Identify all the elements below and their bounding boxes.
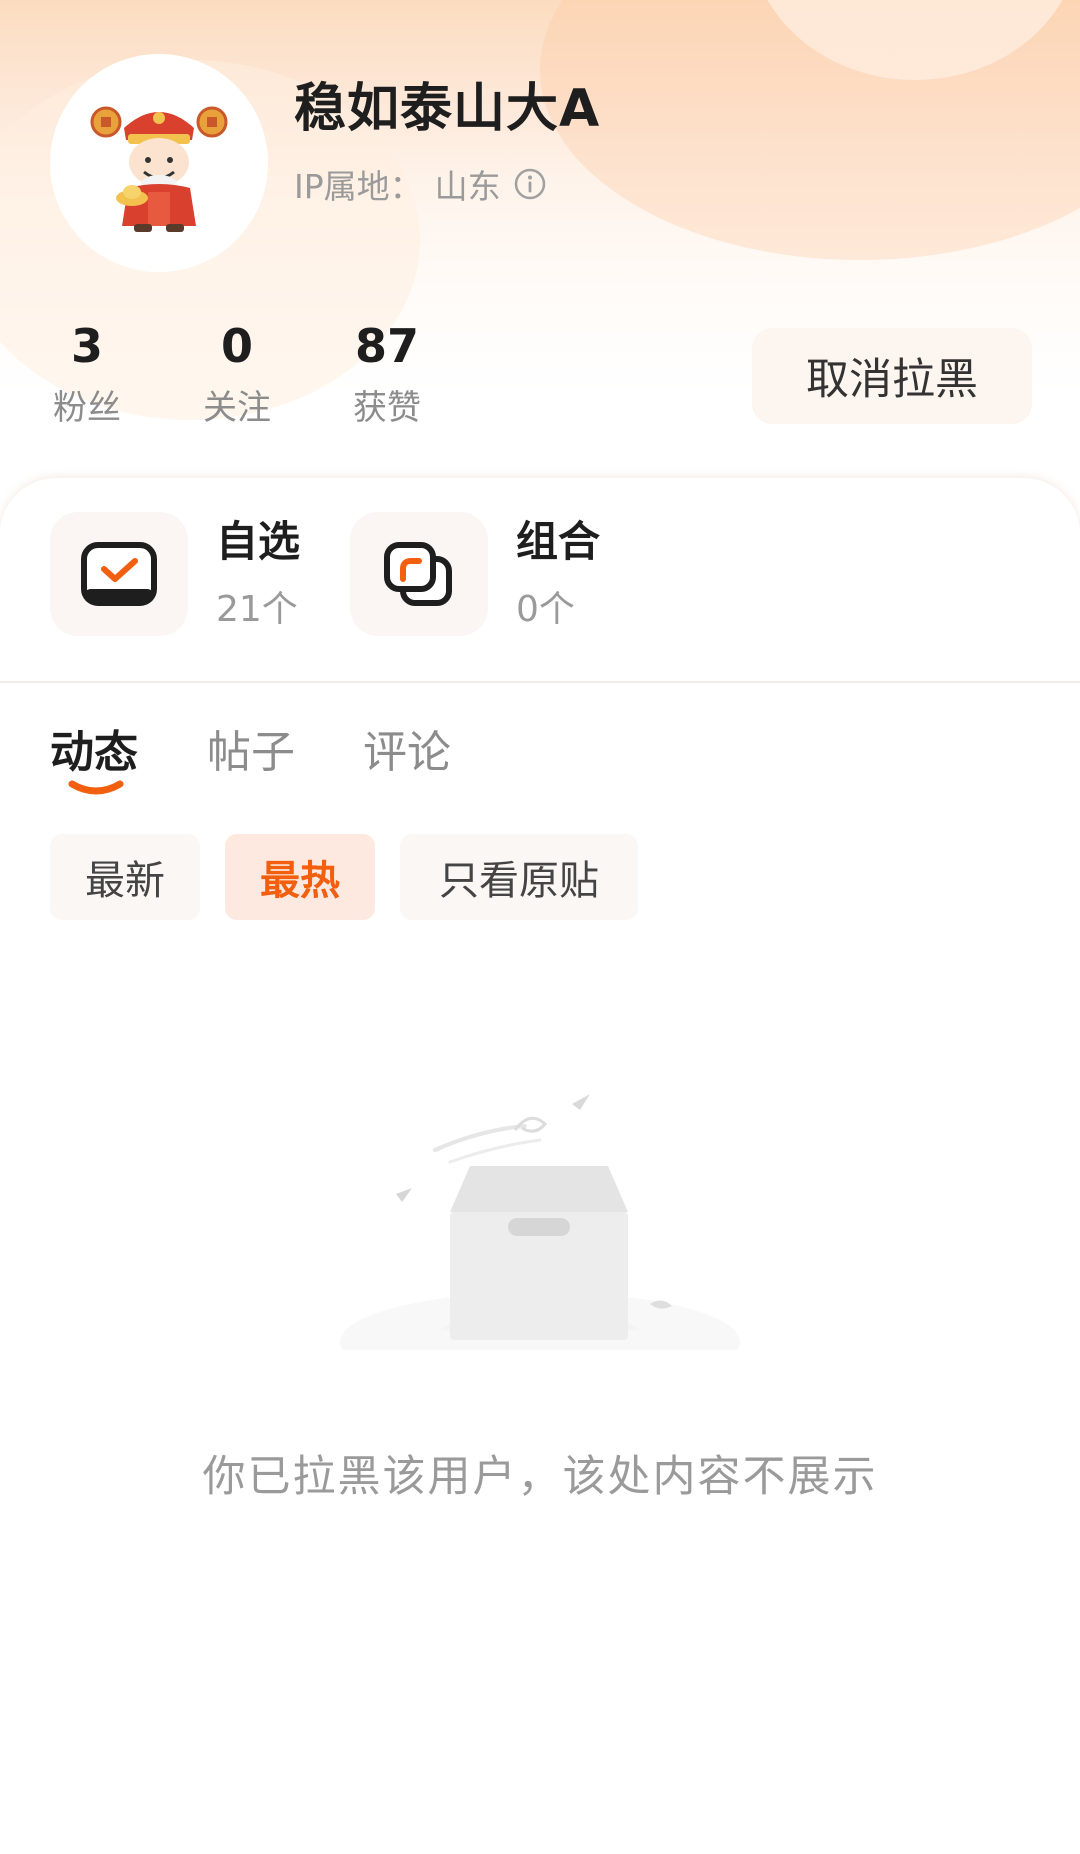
active-tab-indicator (68, 780, 124, 795)
empty-box-icon (340, 1094, 740, 1350)
portfolio-title: 组合 (516, 517, 601, 566)
stat-value: 0 (220, 319, 253, 373)
empty-state-message: 你已拉黑该用户，该处内容不展示 (202, 1452, 878, 1502)
filter-latest[interactable]: 最新 (50, 834, 200, 920)
ip-label: IP属地： (294, 167, 423, 206)
watchlist-title: 自选 (216, 517, 301, 566)
stat-label: 关注 (203, 388, 271, 428)
watchlist-entry[interactable]: 自选 21个 (50, 512, 300, 636)
avatar[interactable] (50, 54, 268, 272)
tab-comments[interactable]: 评论 (363, 716, 451, 780)
watchlist-count: 21个 (216, 589, 298, 630)
watchlist-icon-box (50, 512, 188, 636)
stat-label: 获赞 (353, 388, 421, 428)
section-divider (0, 681, 1080, 683)
stat-label: 粉丝 (53, 388, 121, 428)
username: 稳如泰山大A (294, 79, 601, 139)
filter-original-only[interactable]: 只看原贴 (400, 834, 638, 920)
stat-value: 87 (354, 319, 419, 373)
filter-hottest[interactable]: 最热 (225, 834, 375, 920)
portfolio-count: 0个 (516, 589, 575, 630)
unblock-button[interactable]: 取消拉黑 (752, 328, 1032, 424)
ip-location-row: IP属地： 山东 (294, 160, 547, 208)
ip-location: 山东 (434, 167, 501, 206)
stat-value: 3 (70, 319, 103, 373)
portfolio-icon-box (350, 512, 488, 636)
info-icon[interactable] (513, 167, 547, 201)
portfolio-entry[interactable]: 组合 0个 (350, 512, 600, 636)
checkbox-icon (81, 542, 157, 606)
god-of-wealth-avatar-icon (90, 106, 228, 232)
stat-likes[interactable]: 87 获赞 (327, 318, 447, 429)
stat-followers[interactable]: 3 粉丝 (27, 318, 147, 429)
tab-posts[interactable]: 帖子 (207, 716, 295, 780)
tab-dynamics[interactable]: 动态 (50, 716, 138, 780)
portfolio-icon (384, 542, 452, 606)
stat-following[interactable]: 0 关注 (177, 318, 297, 429)
